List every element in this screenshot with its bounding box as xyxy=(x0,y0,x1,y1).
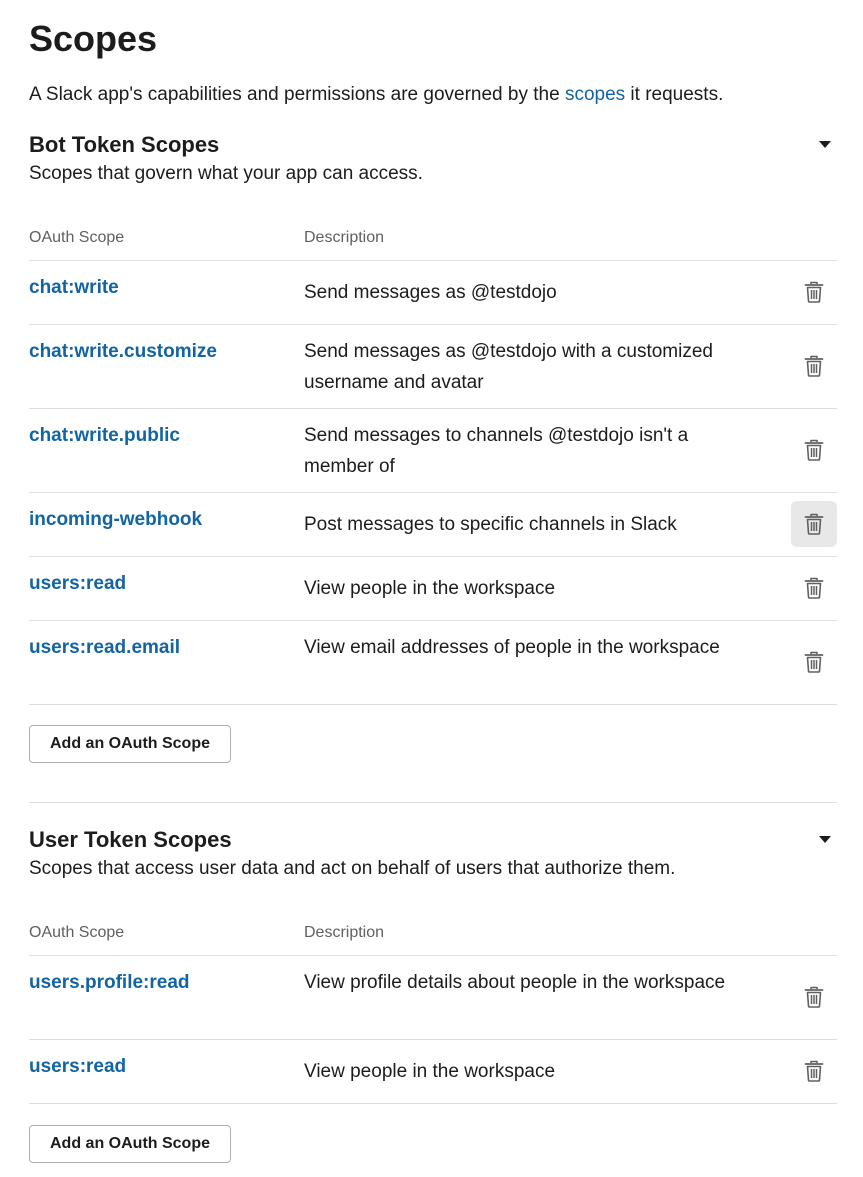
trash-icon xyxy=(804,355,824,377)
table-row: users:read View people in the workspace xyxy=(29,557,837,621)
scope-description: View email addresses of people in the wo… xyxy=(304,637,720,658)
delete-scope-button[interactable] xyxy=(791,1048,837,1094)
scope-name[interactable]: users.profile:read xyxy=(29,970,190,996)
scope-name[interactable]: incoming-webhook xyxy=(29,507,202,533)
column-header-scope: OAuth Scope xyxy=(29,229,125,246)
table-row: users:read.email View email addresses of… xyxy=(29,621,837,705)
intro-text: A Slack app's capabilities and permissio… xyxy=(29,82,723,108)
scope-description: View profile details about people in the… xyxy=(304,972,726,993)
scope-description: Send messages as @testdojo with a custom… xyxy=(304,341,713,393)
trash-icon xyxy=(804,577,824,599)
section-divider xyxy=(29,802,837,803)
bot-scopes-table: OAuth Scope Description chat:write Send … xyxy=(29,222,837,705)
page-title: Scopes xyxy=(29,18,158,59)
scope-description: View people in the workspace xyxy=(304,1061,556,1082)
add-bot-oauth-scope-button[interactable]: Add an OAuth Scope xyxy=(29,725,231,763)
scope-description: Send messages to channels @testdojo isn'… xyxy=(304,425,689,477)
table-header: OAuth Scope Description xyxy=(29,917,837,956)
scopes-link[interactable]: scopes xyxy=(565,84,625,105)
intro-text-end: it requests. xyxy=(625,84,724,105)
bot-scopes-collapse-toggle[interactable] xyxy=(817,139,833,151)
trash-icon xyxy=(804,651,824,673)
scope-description: Post messages to specific channels in Sl… xyxy=(304,514,677,535)
table-row: chat:write Send messages as @testdojo xyxy=(29,261,837,325)
user-scopes-table: OAuth Scope Description users.profile:re… xyxy=(29,917,837,1104)
table-header: OAuth Scope Description xyxy=(29,222,837,261)
column-header-scope: OAuth Scope xyxy=(29,924,125,941)
scope-name[interactable]: users:read xyxy=(29,1054,126,1080)
trash-icon xyxy=(804,986,824,1008)
delete-scope-button[interactable] xyxy=(791,639,837,685)
table-row: chat:write.customize Send messages as @t… xyxy=(29,325,837,409)
scope-name[interactable]: chat:write.public xyxy=(29,423,180,449)
scope-description: Send messages as @testdojo xyxy=(304,282,557,303)
add-user-oauth-scope-button[interactable]: Add an OAuth Scope xyxy=(29,1125,231,1163)
trash-icon xyxy=(804,281,824,303)
bot-scopes-title: Bot Token Scopes xyxy=(29,132,220,157)
user-scopes-subtitle: Scopes that access user data and act on … xyxy=(29,858,676,879)
scope-description: View people in the workspace xyxy=(304,578,556,599)
scope-name[interactable]: chat:write xyxy=(29,275,119,301)
column-header-description: Description xyxy=(304,229,385,246)
trash-icon xyxy=(804,513,824,535)
delete-scope-button[interactable] xyxy=(791,427,837,473)
delete-scope-button[interactable] xyxy=(791,974,837,1020)
column-header-description: Description xyxy=(304,924,385,941)
scope-name[interactable]: users:read.email xyxy=(29,635,180,661)
scope-name[interactable]: users:read xyxy=(29,571,126,597)
table-row: chat:write.public Send messages to chann… xyxy=(29,409,837,493)
delete-scope-button[interactable] xyxy=(791,501,837,547)
delete-scope-button[interactable] xyxy=(791,343,837,389)
scope-name[interactable]: chat:write.customize xyxy=(29,339,217,365)
intro-text-start: A Slack app's capabilities and permissio… xyxy=(29,84,565,105)
trash-icon xyxy=(804,439,824,461)
trash-icon xyxy=(804,1060,824,1082)
user-scopes-collapse-toggle[interactable] xyxy=(817,834,833,846)
delete-scope-button[interactable] xyxy=(791,565,837,611)
bot-scopes-subtitle: Scopes that govern what your app can acc… xyxy=(29,163,423,184)
table-row: users.profile:read View profile details … xyxy=(29,956,837,1040)
table-row: incoming-webhook Post messages to specif… xyxy=(29,493,837,557)
user-scopes-title: User Token Scopes xyxy=(29,827,232,852)
caret-down-icon xyxy=(819,141,831,148)
caret-down-icon xyxy=(819,836,831,843)
table-row: users:read View people in the workspace xyxy=(29,1040,837,1104)
delete-scope-button[interactable] xyxy=(791,269,837,315)
